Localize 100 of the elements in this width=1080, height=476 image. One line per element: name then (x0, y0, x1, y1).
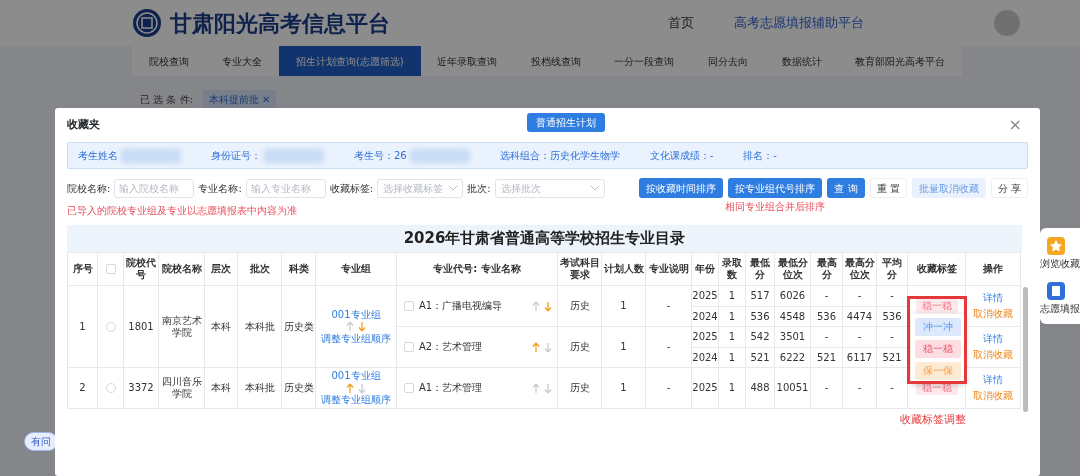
table-cell: 2 (79, 382, 86, 393)
info-label: 文化课成绩：- (649, 149, 714, 163)
filter-label: 专业名称: (198, 181, 242, 196)
nav-link-text[interactable]: 高考志愿填报辅助平台 (734, 13, 864, 33)
table-cell: 历史类 (283, 382, 314, 393)
column-header: 最低分 (750, 257, 770, 280)
checkbox[interactable] (404, 342, 414, 352)
filter-button[interactable]: 重 置 (869, 178, 907, 198)
table-cell-text: - (856, 289, 863, 303)
filter-label: 收藏标签: (329, 181, 374, 196)
detail-link[interactable]: 详情 (983, 374, 1003, 386)
nav-tab[interactable]: 专业大全 (205, 46, 280, 76)
table-cell: - (666, 382, 671, 393)
adjust-order-link[interactable]: 调整专业组顺序 (321, 394, 391, 406)
table-cell-text: - (889, 289, 895, 303)
table-cell-text: 1 (727, 381, 737, 395)
table-cell-text: 3501 (778, 330, 807, 344)
plan-button[interactable]: 普通招生计划 (527, 113, 605, 132)
table-cell-text: 1 (727, 330, 737, 344)
filter-label: 批次: (467, 181, 491, 196)
arrow-down-icon[interactable] (544, 341, 552, 353)
group-link[interactable]: 001专业组 (331, 370, 381, 382)
nav-tab[interactable]: 一分一段查询 (597, 46, 692, 76)
table-cell: 521 (746, 347, 774, 367)
nav-tab[interactable]: 数据统计 (764, 46, 839, 76)
detail-link[interactable]: 详情 (983, 292, 1003, 304)
arrow-up-icon[interactable] (532, 300, 540, 312)
table-cell-text: 488 (749, 381, 771, 395)
table-cell: 536 (746, 306, 774, 326)
checkbox[interactable] (105, 321, 116, 332)
major-name: A2：艺术管理 (419, 341, 483, 353)
arrow-down-icon[interactable] (544, 300, 552, 312)
filter-button[interactable]: 查 询 (827, 178, 865, 198)
nav-tab[interactable]: 同分去向 (691, 46, 765, 76)
cancel-favorite-link[interactable]: 取消收藏 (973, 390, 1013, 402)
arrow-down-icon[interactable] (544, 382, 552, 394)
arrow-down-icon[interactable] (357, 382, 366, 394)
column-header: 院校代号 (126, 257, 156, 280)
menu-option[interactable]: 冲一冲 (915, 318, 961, 336)
table-cell-text: - (856, 330, 863, 344)
checkbox[interactable] (404, 301, 414, 311)
column-header: 平均分 (882, 257, 902, 280)
filter-button[interactable]: 批量取消收藏 (911, 178, 986, 198)
side-button[interactable]: 志愿填报 (1040, 281, 1080, 316)
filter-button[interactable]: 分 享 (990, 178, 1028, 198)
side-button[interactable]: 浏览收藏 (1040, 236, 1080, 271)
text-field[interactable]: 输入专业名称 (245, 178, 326, 198)
column-header: 层次 (211, 263, 231, 274)
arrow-up-icon[interactable] (532, 341, 540, 353)
table-cell-text: 2025 (692, 381, 718, 395)
menu-option[interactable]: 稳一稳 (915, 340, 961, 358)
filter-button[interactable]: 按专业组代号排序 (728, 178, 823, 198)
cancel-favorite-link[interactable]: 取消收藏 (973, 308, 1013, 320)
major-name: A1：艺术管理 (419, 382, 483, 394)
nav-tab[interactable]: 投档线查询 (514, 46, 598, 76)
column-header: 最低分位次 (777, 257, 808, 280)
nav-tab[interactable]: 近年录取查询 (420, 46, 515, 76)
scrollbar[interactable] (1023, 287, 1028, 412)
arrow-up-icon[interactable] (532, 382, 540, 394)
close-button[interactable]: × (1002, 116, 1028, 134)
arrow-down-icon[interactable] (357, 321, 366, 332)
checkbox[interactable] (404, 383, 414, 393)
column-header: 专业组 (341, 263, 371, 274)
table-cell: 3372 (128, 382, 154, 393)
filter-label: 院校名称: (67, 181, 111, 196)
table-cell: 本科批 (244, 382, 275, 393)
table-cell: 2024 (692, 347, 718, 367)
table-cell-text: - (889, 330, 895, 344)
nav-tab[interactable]: 招生计划查询(志愿筛选) (279, 46, 421, 76)
detail-link[interactable]: 详情 (983, 333, 1003, 345)
group-link[interactable]: 001专业组 (331, 308, 381, 321)
table-cell-text: - (823, 381, 830, 395)
cancel-favorite-link[interactable]: 取消收藏 (973, 349, 1013, 361)
table-cell: 1801 (128, 320, 154, 332)
table-cell-text: - (889, 381, 895, 395)
nav-tab[interactable]: 教育部阳光高考平台 (838, 46, 962, 76)
info-label: 选科组合：历史化学生物学 (499, 149, 620, 163)
tag-chip[interactable]: 稳一稳 (915, 299, 958, 313)
table-cell-text: 10051 (775, 381, 810, 395)
column-header: 最高分位次 (844, 257, 875, 280)
table-cell-text: - (823, 289, 830, 303)
book-icon (1046, 281, 1066, 301)
filter-button[interactable]: 按收藏时间排序 (639, 178, 724, 198)
nav-tab[interactable]: 院校查询 (132, 46, 206, 76)
table-cell: 4474 (843, 306, 876, 326)
adjust-order-link[interactable]: 调整专业组顺序 (321, 332, 391, 345)
arrow-up-icon[interactable] (346, 321, 355, 332)
checkbox[interactable] (105, 264, 116, 274)
help-badge[interactable]: 有问 (24, 432, 58, 451)
redacted-value (264, 148, 324, 163)
arrow-up-icon[interactable] (346, 382, 355, 394)
nav-link-text[interactable]: 首页 (668, 13, 694, 33)
column-header: 最高分 (816, 257, 837, 280)
checkbox[interactable] (105, 383, 116, 393)
table-cell: 本科 (211, 382, 231, 393)
table-cell: 521 (877, 347, 907, 367)
text-field[interactable]: 输入院校名称 (114, 178, 195, 198)
column-header: 录取数 (722, 257, 742, 280)
column-header: 科类 (288, 263, 309, 274)
table-cell: 1 (620, 300, 627, 311)
